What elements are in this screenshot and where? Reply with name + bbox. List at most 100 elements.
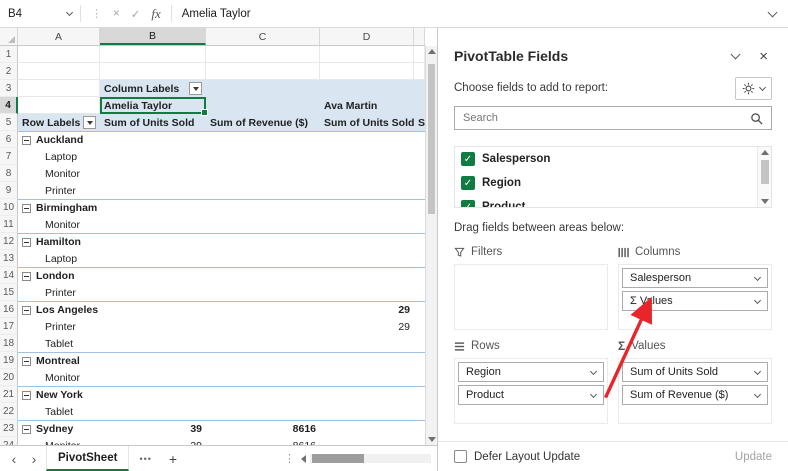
- row-header-5[interactable]: 5: [0, 114, 18, 131]
- cell-B5[interactable]: Sum of Units Sold: [100, 114, 206, 131]
- field-list-scroll-thumb[interactable]: [761, 160, 769, 184]
- field-pill-salesperson[interactable]: Salesperson: [622, 268, 768, 288]
- row-header-23[interactable]: 23: [0, 420, 18, 437]
- cell-E14[interactable]: [414, 267, 425, 284]
- sheet-nav-left-icon[interactable]: ‹: [4, 446, 24, 471]
- cell-C4[interactable]: [206, 97, 320, 114]
- cell-E5[interactable]: Sum of Revenue ($): [414, 114, 425, 131]
- cell-D14[interactable]: [320, 267, 414, 284]
- column-header-C[interactable]: C: [206, 28, 320, 45]
- pill-dropdown-icon[interactable]: [754, 296, 761, 303]
- row-header-18[interactable]: 18: [0, 335, 18, 352]
- cell-A23[interactable]: Sydney: [18, 420, 100, 437]
- row-header-14[interactable]: 14: [0, 267, 18, 284]
- cell-D1[interactable]: [320, 46, 414, 63]
- cell-E9[interactable]: [414, 182, 425, 199]
- cell-B7[interactable]: [100, 148, 206, 165]
- collapse-icon[interactable]: [22, 391, 31, 400]
- cell-A4[interactable]: [18, 97, 100, 114]
- cell-C3[interactable]: [206, 80, 320, 97]
- cell-A20[interactable]: Monitor: [18, 369, 100, 386]
- cell-D5[interactable]: Sum of Units Sold: [320, 114, 414, 131]
- field-pill-values[interactable]: Σ Values: [622, 291, 768, 311]
- select-all-corner[interactable]: [0, 28, 18, 45]
- row-header-24[interactable]: 24: [0, 437, 18, 445]
- cell-B14[interactable]: [100, 267, 206, 284]
- cell-A15[interactable]: Printer: [18, 284, 100, 301]
- cell-A3[interactable]: [18, 80, 100, 97]
- panel-options-chevron-icon[interactable]: [731, 50, 741, 60]
- cell-E23[interactable]: [414, 420, 425, 437]
- cell-B19[interactable]: [100, 352, 206, 369]
- area-columns-dropzone[interactable]: Salesperson Σ Values: [618, 264, 772, 330]
- cell-D2[interactable]: [320, 63, 414, 80]
- field-list-scrollbar[interactable]: [757, 147, 771, 207]
- field-item-product[interactable]: ✓Product: [455, 195, 757, 208]
- cell-B20[interactable]: [100, 369, 206, 386]
- cell-D24[interactable]: [320, 437, 414, 445]
- row-header-21[interactable]: 21: [0, 386, 18, 403]
- cell-C10[interactable]: [206, 199, 320, 216]
- cell-A16[interactable]: Los Angeles: [18, 301, 100, 318]
- cell-D6[interactable]: [320, 131, 414, 148]
- cell-A2[interactable]: [18, 63, 100, 80]
- pill-dropdown-icon[interactable]: [754, 367, 761, 374]
- hscroll-thumb[interactable]: [312, 454, 364, 463]
- formula-input[interactable]: Amelia Taylor: [172, 0, 757, 27]
- cancel-icon[interactable]: ×: [113, 8, 120, 20]
- cell-B11[interactable]: [100, 216, 206, 233]
- row-header-16[interactable]: 16: [0, 301, 18, 318]
- cell-C22[interactable]: [206, 403, 320, 420]
- cell-E4[interactable]: [414, 97, 425, 114]
- enter-icon[interactable]: ✓: [131, 7, 141, 21]
- scroll-up-icon[interactable]: [428, 49, 436, 54]
- row-header-6[interactable]: 6: [0, 131, 18, 148]
- filter-dropdown-button[interactable]: [83, 116, 96, 129]
- column-header-B[interactable]: B: [100, 28, 206, 45]
- cell-E24[interactable]: [414, 437, 425, 445]
- vertical-scrollbar[interactable]: [425, 46, 437, 445]
- cell-C21[interactable]: [206, 386, 320, 403]
- cell-C12[interactable]: [206, 233, 320, 250]
- cell-A14[interactable]: London: [18, 267, 100, 284]
- collapse-icon[interactable]: [22, 204, 31, 213]
- cell-B18[interactable]: [100, 335, 206, 352]
- collapse-icon[interactable]: [22, 306, 31, 315]
- cell-A7[interactable]: Laptop: [18, 148, 100, 165]
- row-header-3[interactable]: 3: [0, 80, 18, 97]
- cell-D12[interactable]: [320, 233, 414, 250]
- cell-B9[interactable]: [100, 182, 206, 199]
- field-pill-sum-of-revenue[interactable]: Sum of Revenue ($): [622, 385, 768, 405]
- cell-C14[interactable]: [206, 267, 320, 284]
- pill-dropdown-icon[interactable]: [590, 367, 597, 374]
- row-header-13[interactable]: 13: [0, 250, 18, 267]
- cell-C9[interactable]: [206, 182, 320, 199]
- cell-E13[interactable]: [414, 250, 425, 267]
- pill-dropdown-icon[interactable]: [754, 390, 761, 397]
- cell-D21[interactable]: [320, 386, 414, 403]
- row-header-2[interactable]: 2: [0, 63, 18, 80]
- cell-E16[interactable]: [414, 301, 425, 318]
- cell-D7[interactable]: [320, 148, 414, 165]
- cell-E2[interactable]: [414, 63, 425, 80]
- column-header-D[interactable]: D: [320, 28, 414, 45]
- cell-E8[interactable]: [414, 165, 425, 182]
- tools-gear-button[interactable]: [735, 77, 772, 100]
- cell-B24[interactable]: 39: [100, 437, 206, 445]
- filter-dropdown-button[interactable]: [189, 82, 202, 95]
- cell-C24[interactable]: 8616: [206, 437, 320, 445]
- cell-E17[interactable]: [414, 318, 425, 335]
- cell-E3[interactable]: [414, 80, 425, 97]
- cell-A17[interactable]: Printer: [18, 318, 100, 335]
- cell-A9[interactable]: Printer: [18, 182, 100, 199]
- horizontal-scrollbar[interactable]: [299, 446, 437, 471]
- cell-B16[interactable]: [100, 301, 206, 318]
- cell-A10[interactable]: Birmingham: [18, 199, 100, 216]
- row-header-11[interactable]: 11: [0, 216, 18, 233]
- row-header-20[interactable]: 20: [0, 369, 18, 386]
- cell-C18[interactable]: [206, 335, 320, 352]
- cell-D23[interactable]: [320, 420, 414, 437]
- cell-A11[interactable]: Monitor: [18, 216, 100, 233]
- row-header-12[interactable]: 12: [0, 233, 18, 250]
- cell-C23[interactable]: 8616: [206, 420, 320, 437]
